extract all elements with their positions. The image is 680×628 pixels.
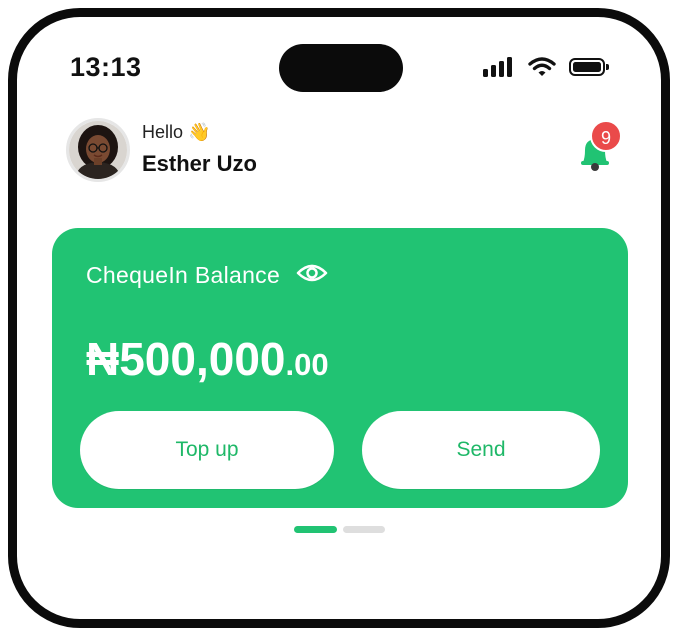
- pager-dot-active[interactable]: [294, 526, 337, 533]
- balance-label: ChequeIn Balance: [86, 262, 281, 288]
- send-button[interactable]: Send: [362, 411, 600, 489]
- eye-icon[interactable]: [296, 261, 328, 285]
- signal-icon: [483, 55, 517, 79]
- wifi-icon: [528, 57, 556, 76]
- avatar[interactable]: [66, 118, 130, 182]
- greeting-text: Hello 👋: [142, 122, 211, 142]
- balance-amount-decimal: .00: [285, 347, 329, 382]
- dynamic-island: [279, 44, 403, 92]
- pager-dot[interactable]: [343, 526, 385, 533]
- battery-icon: [569, 58, 609, 76]
- notification-badge: 9: [590, 120, 622, 152]
- balance-amount-main: ₦500,000: [86, 333, 286, 385]
- balance-card: ChequeIn Balance ₦500,000.00 Top up Send: [52, 228, 628, 508]
- user-name: Esther Uzo: [142, 151, 257, 176]
- top-up-button[interactable]: Top up: [80, 411, 334, 489]
- status-time: 13:13: [70, 52, 142, 82]
- balance-amount: ₦500,000.00: [86, 332, 329, 386]
- avatar-portrait: [69, 121, 127, 179]
